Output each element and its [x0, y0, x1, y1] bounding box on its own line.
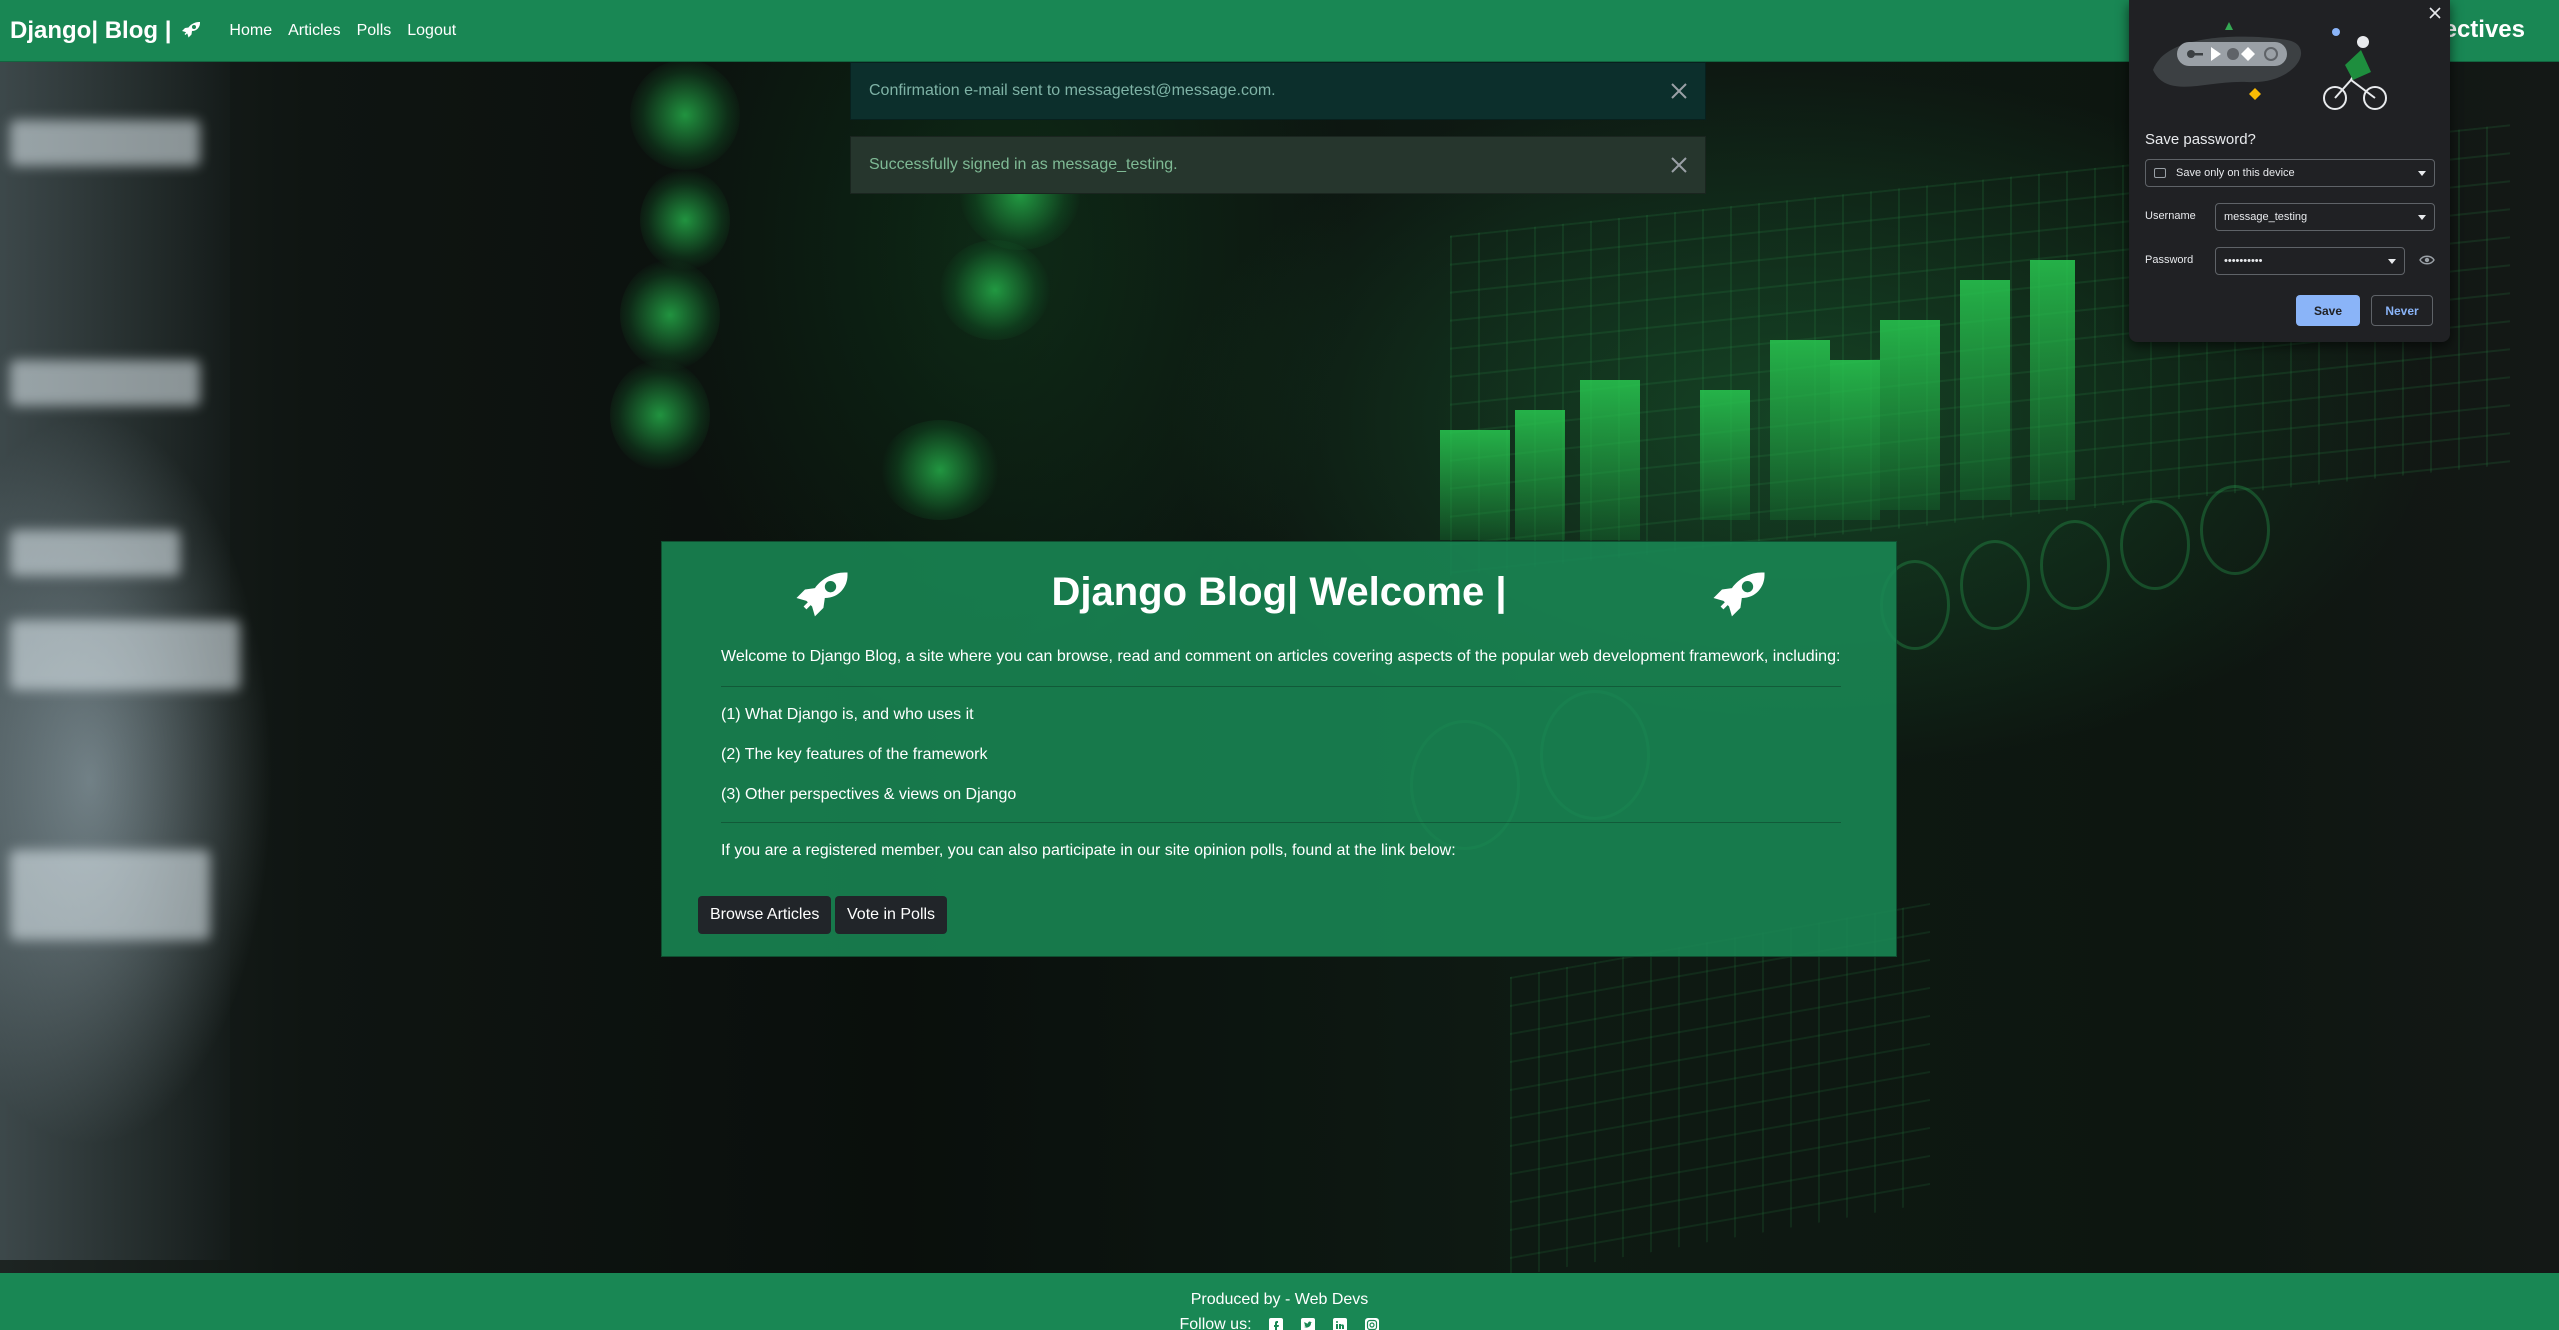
twitter-icon[interactable] — [1300, 1317, 1316, 1330]
nav-logout[interactable]: Logout — [407, 22, 456, 40]
password-label: Password — [2145, 254, 2194, 266]
welcome-card: Django Blog| Welcome | Welcome to Django… — [661, 541, 1897, 957]
alert-signed-in: Successfully signed in as message_testin… — [850, 136, 1706, 194]
nav-articles[interactable]: Articles — [288, 22, 340, 40]
point-1: (1) What Django is, and who uses it — [721, 706, 974, 723]
save-password-dialog: Save password? Save only on this device … — [2129, 0, 2450, 342]
never-button[interactable]: Never — [2371, 295, 2433, 326]
chevron-down-icon — [2388, 259, 2396, 264]
alert-text: Confirmation e-mail sent to messagetest@… — [869, 82, 1276, 99]
storage-select[interactable]: Save only on this device — [2145, 159, 2435, 187]
brand-link[interactable]: Django| Blog | — [10, 17, 203, 45]
username-value: message_testing — [2224, 211, 2308, 223]
linkedin-icon[interactable] — [1332, 1317, 1348, 1330]
footer: Produced by - Web Devs Follow us: — [0, 1273, 2559, 1330]
close-icon[interactable] — [1667, 153, 1691, 177]
save-button[interactable]: Save — [2296, 295, 2360, 326]
eye-icon[interactable] — [2419, 253, 2435, 267]
username-label: Username — [2145, 210, 2196, 222]
welcome-intro: Welcome to Django Blog, a site where you… — [721, 648, 1841, 665]
brand-text: Django| Blog | — [10, 16, 172, 44]
divider — [721, 822, 1841, 823]
alert-text: Successfully signed in as message_testin… — [869, 156, 1178, 173]
rocket-icon — [1713, 572, 1765, 617]
close-icon[interactable] — [2428, 6, 2442, 20]
chevron-down-icon — [2418, 171, 2426, 176]
facebook-icon[interactable] — [1268, 1317, 1284, 1330]
follow-label: Follow us: — [1179, 1316, 1252, 1330]
nav-home[interactable]: Home — [229, 22, 272, 40]
alert-email-confirmation: Confirmation e-mail sent to messagetest@… — [850, 62, 1706, 120]
instagram-icon[interactable] — [1364, 1317, 1380, 1330]
point-2: (2) The key features of the framework — [721, 746, 988, 763]
password-value: •••••••••• — [2224, 255, 2263, 267]
password-illustration — [2153, 22, 2387, 110]
vote-in-polls-button[interactable]: Vote in Polls — [835, 896, 948, 934]
storage-option-text: Save only on this device — [2176, 167, 2295, 179]
server-rack-blur — [0, 60, 240, 1260]
dialog-heading: Save password? — [2145, 131, 2256, 148]
divider — [721, 686, 1841, 687]
chevron-down-icon — [2418, 215, 2426, 220]
password-field[interactable]: •••••••••• — [2215, 247, 2405, 275]
footer-produced: Produced by - Web Devs — [1190, 1291, 1369, 1308]
rocket-icon — [182, 21, 201, 37]
point-3: (3) Other perspectives & views on Django — [721, 786, 1017, 803]
computer-icon — [2154, 168, 2166, 178]
close-icon[interactable] — [1667, 79, 1691, 103]
footer-follow: Follow us: — [0, 1316, 2559, 1330]
nav-polls[interactable]: Polls — [357, 22, 392, 40]
browse-articles-button[interactable]: Browse Articles — [698, 896, 832, 934]
polls-text: If you are a registered member, you can … — [721, 842, 1456, 859]
username-field[interactable]: message_testing — [2215, 203, 2435, 231]
